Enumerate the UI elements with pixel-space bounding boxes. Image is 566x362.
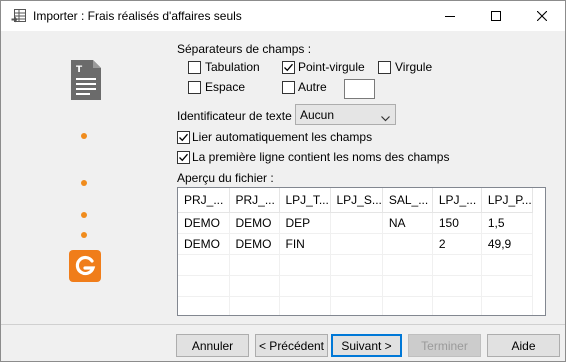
tabulation-checkbox[interactable] — [188, 61, 201, 74]
close-button[interactable] — [519, 1, 565, 31]
table-cell: NA — [382, 212, 433, 234]
column-header[interactable]: PRJ_... — [178, 188, 230, 213]
table-cell: 150 — [432, 212, 482, 234]
column-header[interactable]: SAL_... — [382, 188, 433, 213]
preview-table: PRJ_... PRJ_... LPJ_T... LPJ_S... SAL_..… — [178, 188, 533, 315]
table-cell: DEP — [279, 212, 331, 234]
file-preview-grid[interactable]: PRJ_... PRJ_... LPJ_T... LPJ_S... SAL_..… — [177, 187, 546, 316]
table-cell: 2 — [432, 233, 482, 255]
step-dot-icon — [81, 212, 87, 218]
table-cell: FIN — [279, 233, 331, 255]
autre-separator-input[interactable] — [344, 79, 375, 99]
espace-label[interactable]: Espace — [205, 80, 245, 94]
column-header[interactable]: LPJ_S... — [330, 188, 383, 213]
table-row — [178, 275, 533, 297]
import-dialog: Importer : Frais réalisés d'affaires seu… — [0, 0, 566, 362]
text-file-icon: T — [71, 60, 101, 100]
title-bar[interactable]: Importer : Frais réalisés d'affaires seu… — [1, 1, 565, 31]
tabulation-label[interactable]: Tabulation — [205, 60, 260, 74]
close-icon — [537, 11, 547, 21]
table-row — [178, 296, 533, 315]
autre-label[interactable]: Autre — [298, 80, 327, 94]
checkmark-icon — [179, 133, 188, 142]
preview-header-row: PRJ_... PRJ_... LPJ_T... LPJ_S... SAL_..… — [178, 188, 533, 213]
table-cell: DEMO — [229, 212, 280, 234]
autre-checkbox[interactable] — [282, 81, 295, 94]
text-identifier-label: Identificateur de texte — [177, 109, 292, 123]
step-dot-icon — [81, 232, 87, 238]
table-cell: DEMO — [178, 233, 230, 255]
window-title: Importer : Frais réalisés d'affaires seu… — [33, 9, 242, 23]
minimize-icon — [445, 16, 455, 17]
finish-button[interactable]: Terminer — [408, 334, 481, 357]
svg-text:T: T — [76, 65, 83, 75]
table-cell: 49,9 — [481, 233, 533, 255]
first-line-names-label[interactable]: La première ligne contient les noms des … — [192, 150, 449, 164]
table-cell — [330, 212, 383, 234]
table-cell — [330, 233, 383, 255]
previous-button[interactable]: < Précédent — [255, 334, 328, 357]
separators-heading: Séparateurs de champs : — [177, 42, 312, 56]
virgule-checkbox[interactable] — [378, 61, 391, 74]
auto-link-label[interactable]: Lier automatiquement les champs — [192, 130, 372, 144]
first-line-names-checkbox[interactable] — [177, 151, 190, 164]
table-cell — [382, 233, 433, 255]
help-button[interactable]: Aide — [487, 334, 560, 357]
table-row — [178, 254, 533, 276]
chevron-down-icon — [381, 111, 390, 125]
minimize-button[interactable] — [427, 1, 473, 31]
table-row: DEMO DEMO DEP NA 150 1,5 — [178, 212, 533, 234]
next-button[interactable]: Suivant > — [331, 334, 402, 357]
point-virgule-label[interactable]: Point-virgule — [298, 60, 365, 74]
preview-heading: Aperçu du fichier : — [177, 171, 274, 185]
virgule-label[interactable]: Virgule — [395, 60, 432, 74]
point-virgule-checkbox[interactable] — [282, 61, 295, 74]
footer-divider — [1, 324, 565, 325]
maximize-button[interactable] — [473, 1, 519, 31]
text-identifier-select[interactable]: Aucun — [295, 104, 396, 125]
step-dot-icon — [81, 133, 87, 139]
auto-link-checkbox[interactable] — [177, 131, 190, 144]
table-cell: DEMO — [229, 233, 280, 255]
cancel-button[interactable]: Annuler — [176, 334, 249, 357]
text-identifier-value: Aucun — [300, 108, 335, 122]
table-cell: DEMO — [178, 212, 230, 234]
espace-checkbox[interactable] — [188, 81, 201, 94]
table-cell: 1,5 — [481, 212, 533, 234]
column-header[interactable]: LPJ_T... — [279, 188, 331, 213]
checkmark-icon — [179, 153, 188, 162]
table-row: DEMO DEMO FIN 2 49,9 — [178, 233, 533, 255]
import-table-icon — [11, 8, 27, 24]
column-header[interactable]: LPJ_P... — [481, 188, 533, 213]
column-header[interactable]: LPJ_... — [432, 188, 482, 213]
app-logo-icon — [69, 250, 101, 282]
column-header[interactable]: PRJ_... — [229, 188, 280, 213]
maximize-icon — [491, 11, 501, 21]
wizard-steps-panel: T — [1, 32, 171, 322]
checkmark-icon — [284, 63, 293, 72]
step-dot-icon — [81, 180, 87, 186]
